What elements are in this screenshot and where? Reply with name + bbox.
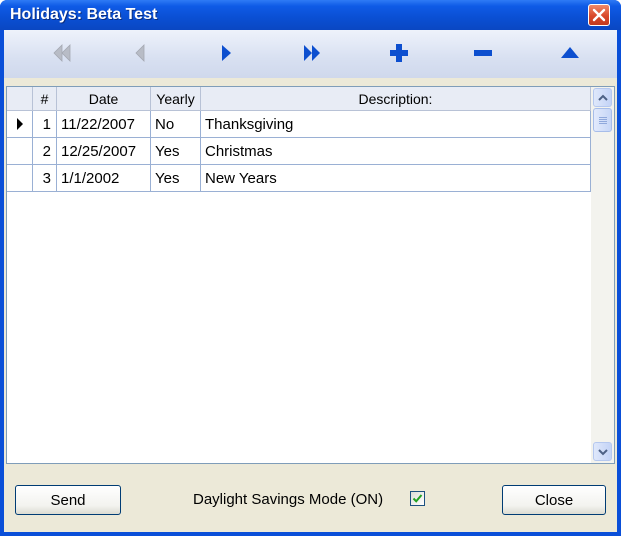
- row-indicator[interactable]: [7, 165, 33, 192]
- cell-description[interactable]: Thanksgiving: [201, 111, 591, 138]
- previous-record-button[interactable]: [120, 40, 160, 66]
- cell-date[interactable]: 1/1/2002: [57, 165, 151, 192]
- previous-record-icon: [135, 44, 145, 62]
- column-header-label: #: [40, 90, 49, 107]
- column-header-description[interactable]: Description:: [201, 87, 591, 111]
- row-indicator[interactable]: [7, 138, 33, 165]
- row-indicator[interactable]: [7, 111, 33, 138]
- send-button[interactable]: Send: [15, 485, 121, 515]
- column-header-label: Date: [88, 90, 119, 107]
- grid-content: # Date Yearly Description: 1 11/22/2007 …: [7, 87, 591, 463]
- post-edit-button[interactable]: [550, 40, 590, 66]
- navigator-toolbar: [4, 30, 617, 78]
- scroll-down-button[interactable]: [593, 442, 612, 461]
- current-row-arrow-icon: [16, 118, 23, 130]
- column-header-number[interactable]: #: [33, 87, 57, 111]
- row-indicator-header: [7, 87, 33, 111]
- cell-number[interactable]: 3: [33, 165, 57, 192]
- dialog-body: # Date Yearly Description: 1 11/22/2007 …: [4, 30, 617, 532]
- add-record-icon: [390, 44, 408, 62]
- column-header-label: Description:: [358, 90, 433, 107]
- cell-number[interactable]: 2: [33, 138, 57, 165]
- thumb-grip: [599, 117, 607, 118]
- vertical-scrollbar[interactable]: [591, 87, 614, 463]
- cell-yearly[interactable]: Yes: [151, 165, 201, 192]
- first-record-button[interactable]: [42, 40, 82, 66]
- cell-date[interactable]: 11/22/2007: [57, 111, 151, 138]
- post-edit-icon: [561, 47, 579, 58]
- daylight-savings-label: Daylight Savings Mode (ON): [193, 491, 384, 508]
- cell-yearly[interactable]: Yes: [151, 138, 201, 165]
- window-close-button[interactable]: [588, 4, 610, 26]
- add-record-button[interactable]: [379, 40, 419, 66]
- checkmark-icon: [412, 494, 423, 503]
- chevron-down-icon: [597, 448, 608, 455]
- cell-date[interactable]: 12/25/2007: [57, 138, 151, 165]
- next-record-icon: [222, 45, 231, 61]
- column-header-label: Yearly: [156, 90, 195, 107]
- window-title: Holidays: Beta Test: [10, 6, 158, 23]
- title-bar[interactable]: Holidays: Beta Test: [0, 0, 621, 30]
- thumb-grip: [599, 119, 607, 120]
- next-record-button[interactable]: [206, 40, 246, 66]
- delete-record-icon: [474, 50, 492, 56]
- cell-number[interactable]: 1: [33, 111, 57, 138]
- cell-description[interactable]: Christmas: [201, 138, 591, 165]
- scroll-up-button[interactable]: [593, 88, 612, 107]
- holidays-grid[interactable]: # Date Yearly Description: 1 11/22/2007 …: [6, 86, 615, 464]
- last-record-button[interactable]: [292, 40, 332, 66]
- dialog-window: Holidays: Beta Test # Date Yearly Descri…: [0, 0, 621, 536]
- delete-record-button[interactable]: [463, 40, 503, 66]
- column-header-date[interactable]: Date: [57, 87, 151, 111]
- cell-description[interactable]: New Years: [201, 165, 591, 192]
- column-header-yearly[interactable]: Yearly: [151, 87, 201, 111]
- daylight-savings-checkbox[interactable]: [410, 491, 425, 506]
- close-icon: [592, 8, 606, 22]
- cell-yearly[interactable]: No: [151, 111, 201, 138]
- scroll-thumb[interactable]: [593, 108, 612, 132]
- thumb-grip: [599, 123, 607, 124]
- close-button[interactable]: Close: [502, 485, 606, 515]
- thumb-grip: [599, 121, 607, 122]
- last-record-icon: [304, 45, 320, 61]
- chevron-up-icon: [597, 94, 608, 101]
- first-record-icon: [53, 44, 71, 62]
